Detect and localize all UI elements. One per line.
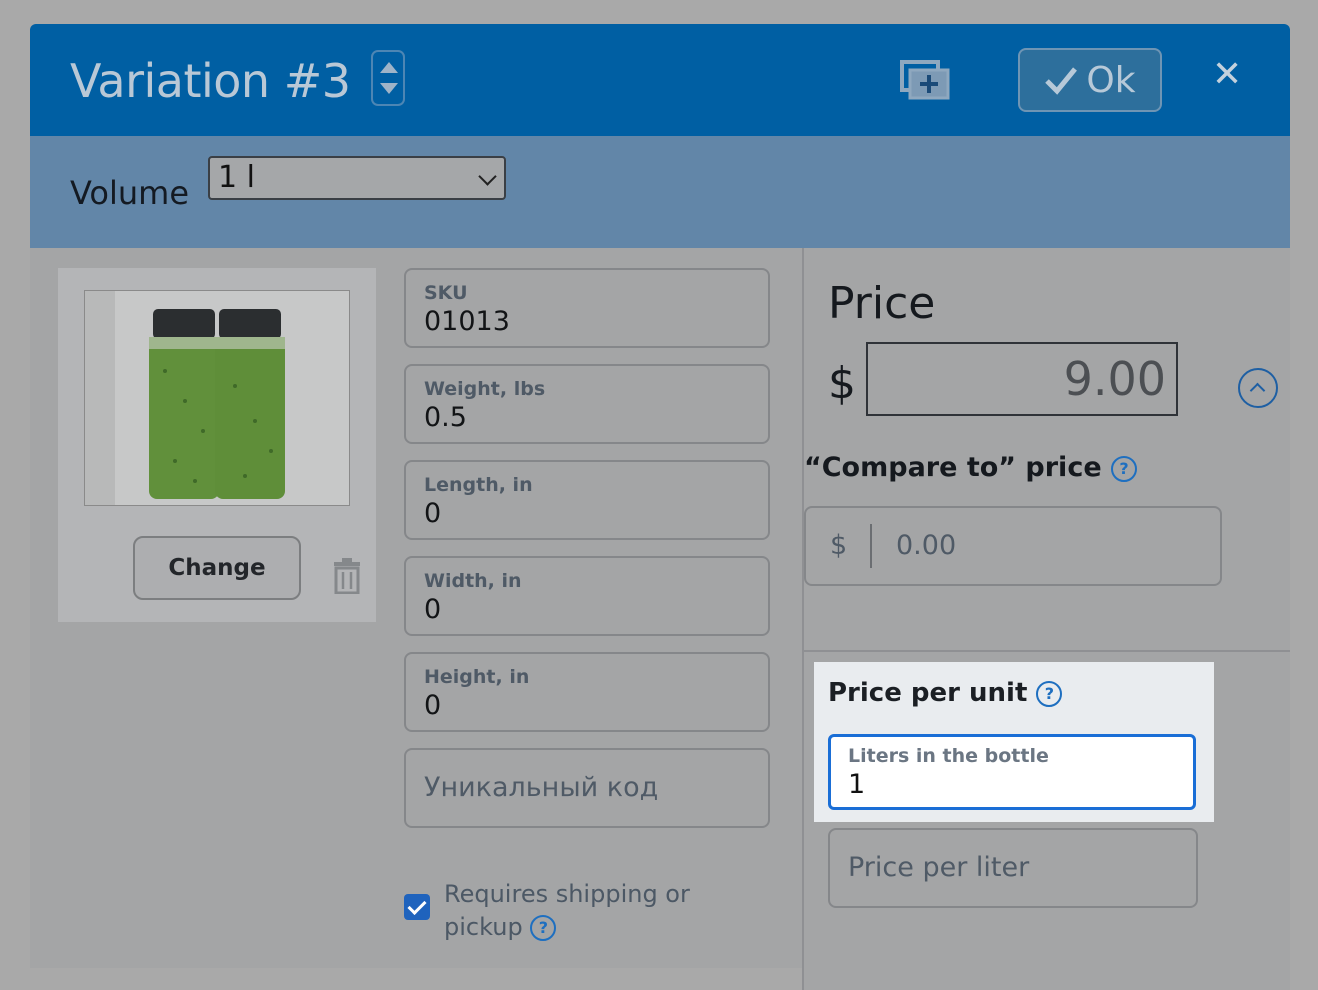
shipping-label-wrap: Requires shipping or pickup ?: [444, 878, 704, 944]
compare-price-label-text: “Compare to” price: [804, 452, 1102, 483]
sort-stepper-icon[interactable]: [371, 50, 405, 106]
help-icon[interactable]: ?: [530, 915, 556, 941]
height-value: 0: [424, 690, 441, 721]
duplicate-icon[interactable]: [900, 60, 950, 100]
bottles-image: [85, 291, 349, 505]
price-per-liter-field[interactable]: Price per liter: [828, 828, 1198, 908]
image-card: Change: [58, 268, 376, 622]
left-panel-bottom: [30, 968, 802, 990]
width-label: Width, in: [424, 570, 522, 592]
compare-currency: $: [830, 530, 847, 561]
option-bar: Volume 1 l: [30, 136, 1290, 248]
product-image[interactable]: [84, 290, 350, 506]
shipping-label: Requires shipping or pickup: [444, 880, 690, 941]
liters-value: 1: [848, 769, 865, 800]
price-title: Price: [828, 278, 935, 329]
weight-field[interactable]: Weight, lbs 0.5: [404, 364, 770, 444]
price-currency: $: [828, 358, 856, 409]
section-divider: [804, 650, 1290, 652]
sku-label: SKU: [424, 282, 468, 304]
weight-value: 0.5: [424, 402, 467, 433]
column-divider: [802, 248, 804, 990]
length-field[interactable]: Length, in 0: [404, 460, 770, 540]
volume-label: Volume: [70, 174, 189, 212]
dialog-header: Variation #3 Ok ✕: [30, 24, 1290, 136]
chevron-up-icon[interactable]: [1238, 368, 1278, 408]
close-icon[interactable]: ✕: [1212, 54, 1242, 95]
ok-label: Ok: [1086, 60, 1135, 101]
ok-button[interactable]: Ok: [1018, 48, 1162, 112]
price-per-liter-placeholder: Price per liter: [848, 852, 1029, 883]
checkmark-icon: [1044, 65, 1078, 95]
height-label: Height, in: [424, 666, 529, 688]
help-icon[interactable]: ?: [1111, 456, 1137, 482]
sku-field[interactable]: SKU 01013: [404, 268, 770, 348]
currency-separator: [870, 524, 872, 568]
sku-value: 01013: [424, 306, 510, 337]
shipping-checkbox[interactable]: [404, 894, 430, 920]
price-per-unit-title: Price per unit ?: [828, 678, 1062, 708]
help-icon[interactable]: ?: [1036, 681, 1062, 707]
liters-label: Liters in the bottle: [848, 745, 1049, 767]
unique-code-placeholder: Уникальный код: [424, 772, 658, 803]
price-input[interactable]: 9.00: [866, 342, 1178, 416]
variation-dialog: Variation #3 Ok ✕ Volume 1 l: [30, 24, 1290, 990]
change-image-button[interactable]: Change: [133, 536, 301, 600]
stepper-down[interactable]: [380, 83, 398, 94]
width-field[interactable]: Width, in 0: [404, 556, 770, 636]
dialog-title: Variation #3: [70, 54, 351, 108]
trash-icon[interactable]: [332, 558, 362, 594]
compare-price-field[interactable]: $ 0.00: [804, 506, 1222, 586]
weight-label: Weight, lbs: [424, 378, 545, 400]
price-per-unit-title-text: Price per unit: [828, 678, 1027, 708]
price-per-unit-section: Price per unit ? Liters in the bottle 1: [814, 662, 1214, 822]
volume-select[interactable]: 1 l: [208, 156, 506, 200]
length-label: Length, in: [424, 474, 533, 496]
length-value: 0: [424, 498, 441, 529]
liters-in-bottle-field[interactable]: Liters in the bottle 1: [828, 734, 1196, 810]
chevron-down-icon: [478, 167, 496, 185]
compare-price-placeholder: 0.00: [896, 530, 956, 561]
unique-code-field[interactable]: Уникальный код: [404, 748, 770, 828]
height-field[interactable]: Height, in 0: [404, 652, 770, 732]
width-value: 0: [424, 594, 441, 625]
stepper-up[interactable]: [380, 62, 398, 73]
compare-price-label: “Compare to” price ?: [804, 452, 1137, 483]
volume-selected-value: 1 l: [218, 160, 255, 195]
